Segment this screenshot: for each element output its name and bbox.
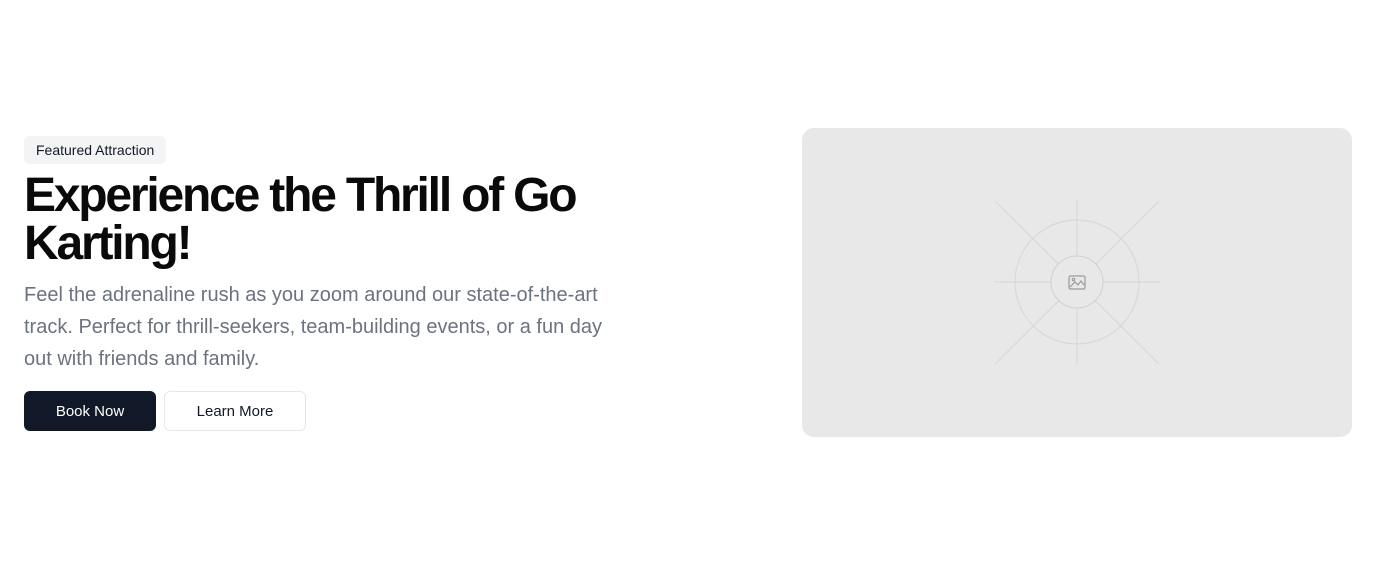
hero-content: Featured Attraction Experience the Thril… <box>24 136 644 431</box>
hero-actions: Book Now Learn More <box>24 391 644 431</box>
hero-title: Experience the Thrill of Go Karting! <box>24 169 578 270</box>
book-now-button[interactable]: Book Now <box>24 391 156 431</box>
hero-image-placeholder <box>802 128 1352 437</box>
placeholder-graphic <box>994 200 1160 365</box>
hero-section: Featured Attraction Experience the Thril… <box>0 0 1376 565</box>
hero-description: Feel the adrenaline rush as you zoom aro… <box>24 284 603 370</box>
learn-more-button[interactable]: Learn More <box>164 391 306 431</box>
featured-badge: Featured Attraction <box>24 136 167 164</box>
